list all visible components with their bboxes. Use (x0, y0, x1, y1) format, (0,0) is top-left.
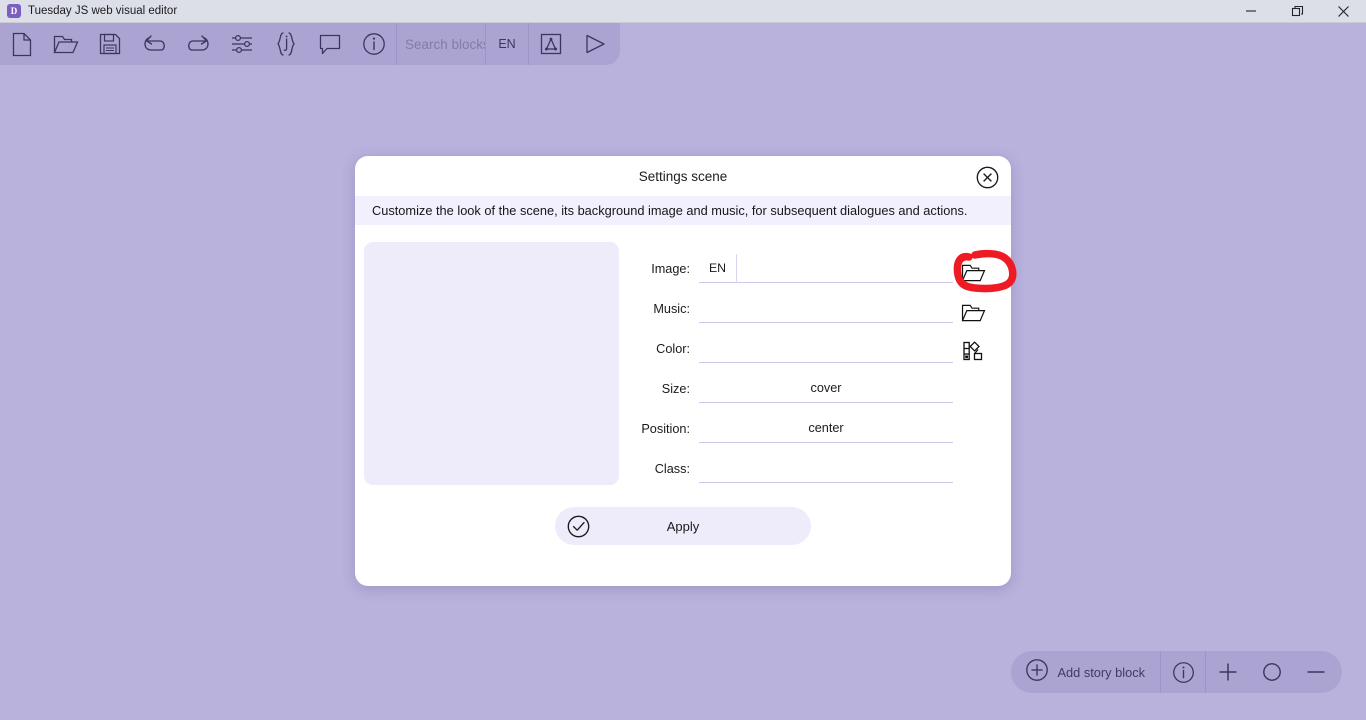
tuesday-logo-icon: D (7, 4, 21, 18)
open-folder-icon[interactable] (44, 23, 88, 65)
field-row-position: Position: center (637, 403, 993, 443)
close-icon[interactable] (1320, 0, 1366, 23)
check-circle-icon (566, 514, 590, 538)
field-label-size: Size: (661, 382, 690, 396)
color-picker-icon[interactable] (953, 339, 993, 363)
language-selector[interactable]: EN (486, 23, 528, 65)
dialog-header: Settings scene (355, 156, 1011, 196)
apply-button-label: Apply (666, 518, 700, 534)
scene-settings-form: Image: EN Music: Color: Size: cover Posi… (619, 242, 1011, 485)
field-label-music: Music: (653, 302, 690, 316)
zoom-reset-circle-icon[interactable] (1250, 651, 1294, 693)
image-lang-tab[interactable]: EN (699, 254, 737, 282)
undo-icon[interactable] (132, 23, 176, 65)
field-control-music (699, 293, 953, 323)
main-toolbar: Search blocks EN (0, 23, 620, 65)
add-story-block-button[interactable]: Add story block (1011, 651, 1161, 693)
font-style-icon[interactable] (529, 23, 573, 65)
field-control-class (699, 453, 953, 483)
titlebar-left: D Tuesday JS web visual editor (0, 4, 177, 18)
class-input[interactable] (699, 454, 953, 482)
settings-scene-dialog: Settings scene Customize the look of the… (355, 156, 1011, 586)
close-circle-icon[interactable] (975, 165, 999, 189)
image-open-folder-button[interactable] (953, 262, 993, 283)
dialog-body: Image: EN Music: Color: Size: cover Posi… (355, 225, 1011, 485)
maximize-icon[interactable] (1274, 0, 1320, 23)
field-label-position: Position: (641, 422, 690, 436)
field-row-class: Class: (637, 443, 993, 483)
plus-circle-icon (1025, 658, 1049, 687)
window-title: Tuesday JS web visual editor (28, 5, 178, 17)
search-input[interactable]: Search blocks (397, 23, 485, 65)
add-story-block-label: Add story block (1057, 664, 1146, 680)
color-input[interactable] (699, 334, 953, 362)
field-control-color (699, 333, 953, 363)
field-row-image: Image: EN (637, 243, 993, 283)
position-select[interactable]: center (699, 414, 953, 442)
new-file-icon[interactable] (0, 23, 44, 65)
dialog-description: Customize the look of the scene, its bac… (355, 196, 1011, 225)
field-row-color: Color: (637, 323, 993, 363)
field-label-class: Class: (654, 462, 690, 476)
field-label-color: Color: (656, 342, 690, 356)
field-row-size: Size: cover (637, 363, 993, 403)
bottom-toolbar: Add story block (1010, 651, 1342, 693)
image-input[interactable] (737, 254, 953, 282)
info-icon[interactable] (1161, 651, 1205, 693)
minimize-icon[interactable] (1228, 0, 1274, 23)
redo-icon[interactable] (176, 23, 220, 65)
music-input[interactable] (699, 294, 953, 322)
scene-preview[interactable] (364, 242, 619, 485)
music-open-folder-button[interactable] (953, 302, 993, 323)
apply-row: Apply (355, 507, 1011, 545)
zoom-in-plus-icon[interactable] (1206, 651, 1250, 693)
field-control-size: cover (699, 373, 953, 403)
comment-icon[interactable] (308, 23, 352, 65)
settings-sliders-icon[interactable] (220, 23, 264, 65)
zoom-out-minus-icon[interactable] (1294, 651, 1338, 693)
field-control-image: EN (699, 253, 953, 283)
play-icon[interactable] (573, 23, 617, 65)
apply-button[interactable]: Apply (555, 507, 811, 545)
window-controls (1228, 0, 1366, 23)
size-select[interactable]: cover (699, 374, 953, 402)
dialog-title: Settings scene (638, 168, 728, 184)
json-braces-icon[interactable] (264, 23, 308, 65)
field-label-image: Image: (651, 262, 690, 276)
field-row-music: Music: (637, 283, 993, 323)
field-control-position: center (699, 413, 953, 443)
save-icon[interactable] (88, 23, 132, 65)
info-icon[interactable] (352, 23, 396, 65)
window-titlebar: D Tuesday JS web visual editor (0, 0, 1366, 23)
